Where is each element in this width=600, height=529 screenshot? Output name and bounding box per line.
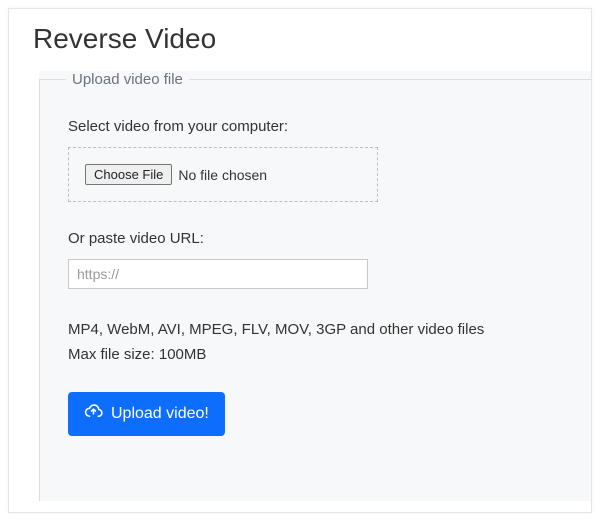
upload-fieldset: Upload video file Select video from your… xyxy=(39,71,591,501)
file-input-wrapper: Choose File No file chosen xyxy=(85,164,361,185)
file-drop-zone[interactable]: Choose File No file chosen xyxy=(68,147,378,202)
upload-group-legend: Upload video file xyxy=(66,71,189,88)
choose-file-button[interactable]: Choose File xyxy=(85,164,172,185)
paste-url-label: Or paste video URL: xyxy=(68,230,563,247)
upload-video-button-label: Upload video! xyxy=(111,405,209,423)
page-title: Reverse Video xyxy=(33,23,591,55)
upload-panel: Upload video file Select video from your… xyxy=(39,71,591,501)
cloud-upload-icon xyxy=(84,402,103,426)
file-chosen-status: No file chosen xyxy=(178,167,267,183)
app-card: Reverse Video Upload video file Select v… xyxy=(8,8,592,513)
select-from-computer-label: Select video from your computer: xyxy=(68,118,563,135)
max-file-size-text: Max file size: 100MB xyxy=(68,344,563,367)
supported-formats-text: MP4, WebM, AVI, MPEG, FLV, MOV, 3GP and … xyxy=(68,319,563,342)
upload-video-button[interactable]: Upload video! xyxy=(68,392,225,436)
video-url-input[interactable] xyxy=(68,259,368,289)
